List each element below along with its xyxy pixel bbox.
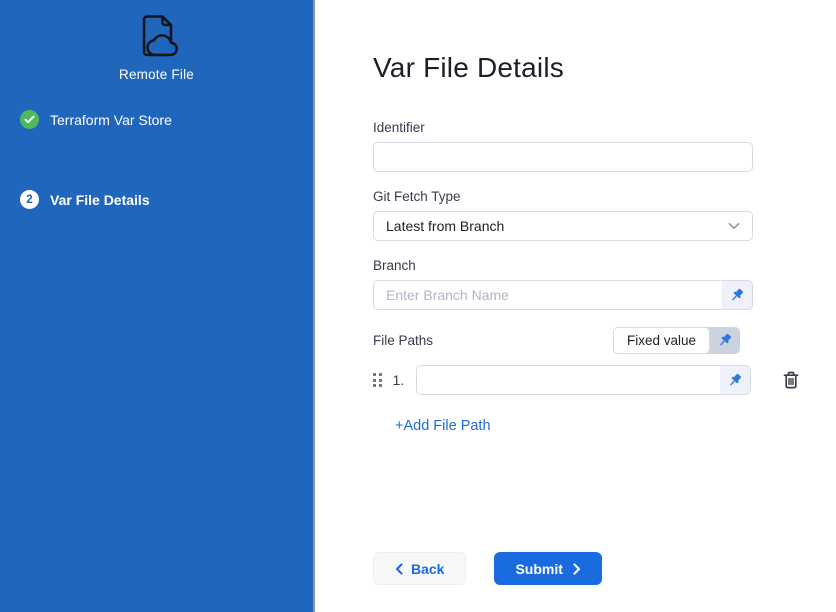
store-icon-block: Remote File [0,13,313,82]
file-path-index: 1. [393,372,405,388]
chevron-left-icon [395,563,403,575]
pin-icon [730,288,745,303]
file-path-row: 1. [373,365,801,395]
file-paths-type-selector[interactable]: Fixed value [613,327,740,354]
step-label: Terraform Var Store [50,112,172,128]
pin-icon [718,333,733,348]
drag-handle-icon[interactable] [373,373,382,387]
file-paths-pin-area [710,327,740,354]
var-file-details-panel: Var File Details Identifier Git Fetch Ty… [315,0,836,612]
add-file-path-label: Add File Path [403,418,490,434]
branch-label: Branch [373,258,753,273]
identifier-group: Identifier [373,120,753,172]
git-fetch-type-select[interactable]: Latest from Branch [373,211,753,241]
step-completed-check-icon [20,110,39,129]
step-label: Var File Details [50,192,150,208]
branch-input-wrapper [373,280,753,310]
chevron-down-icon [728,222,740,230]
fixed-value-label: Fixed value [613,327,710,354]
step-number-badge: 2 [20,190,39,209]
store-type-label: Remote File [0,67,313,82]
submit-button[interactable]: Submit [494,552,601,585]
sidebar-step-var-file-details[interactable]: 2 Var File Details [20,190,150,209]
git-fetch-type-group: Git Fetch Type Latest from Branch [373,189,753,241]
git-fetch-type-value: Latest from Branch [386,218,504,234]
back-button[interactable]: Back [373,552,466,585]
identifier-label: Identifier [373,120,753,135]
file-paths-label: File Paths [373,333,433,348]
git-fetch-type-label: Git Fetch Type [373,189,753,204]
branch-multitype-pin-button[interactable] [722,281,752,309]
pin-icon [728,373,743,388]
submit-button-label: Submit [515,561,562,577]
add-file-path-button[interactable]: +Add File Path [395,418,491,434]
wizard-sidebar: Remote File Terraform Var Store 2 Var Fi… [0,0,313,612]
chevron-right-icon [573,563,581,575]
file-path-input[interactable] [417,366,720,394]
identifier-input[interactable] [373,142,753,172]
wizard-footer: Back Submit [373,552,602,585]
back-button-label: Back [411,561,444,577]
trash-icon [783,371,799,389]
page-title: Var File Details [373,52,836,84]
branch-input[interactable] [374,281,722,309]
remote-file-cloud-icon [130,13,184,59]
file-path-multitype-pin-button[interactable] [720,366,750,394]
sidebar-step-terraform-var-store[interactable]: Terraform Var Store [20,110,172,129]
file-path-input-wrapper [416,365,751,395]
delete-file-path-button[interactable] [781,369,801,391]
plus-icon: + [395,418,403,434]
file-paths-header: File Paths Fixed value [373,327,753,354]
branch-group: Branch [373,258,753,310]
